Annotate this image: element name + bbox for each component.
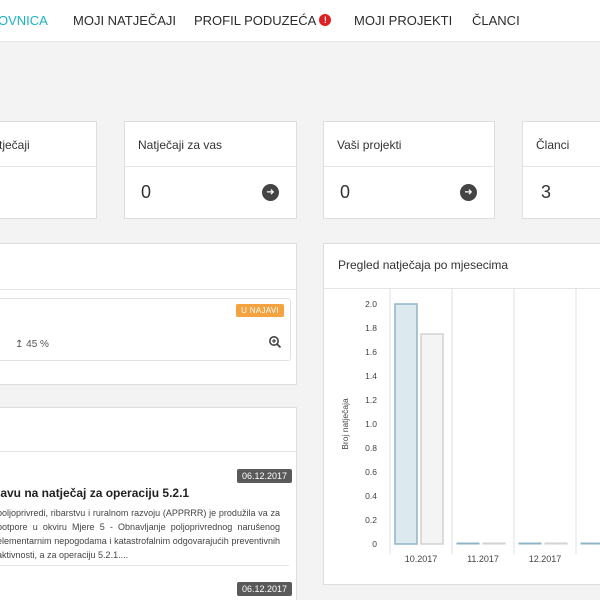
chart-bar[interactable] — [456, 542, 480, 545]
y-axis-label: Broj natječaja — [340, 398, 350, 450]
y-tick-label: 0.4 — [365, 491, 377, 501]
divider — [0, 565, 289, 566]
chart-bar[interactable] — [580, 542, 600, 545]
y-tick-label: 1.2 — [365, 395, 377, 405]
date-badge: 06.12.2017 — [237, 469, 293, 483]
article-excerpt: poljoprivredi, ribarstvu i ruralnom razv… — [0, 508, 280, 560]
y-tick-label: 1.6 — [365, 347, 377, 357]
stat-card-natjecaji: tječaji — [0, 121, 97, 219]
stat-value: 0 — [340, 182, 351, 202]
arrow-right-icon[interactable]: ➜ — [262, 184, 279, 201]
article-title[interactable]: lavu na natječaj za operaciju 5.2.1 — [0, 486, 189, 500]
x-tick-label: 12.2017 — [529, 554, 562, 564]
divider — [0, 451, 296, 452]
alert-icon: ! — [319, 14, 332, 26]
chart-title: Pregled natječaja po mjesecima — [338, 258, 509, 272]
y-tick-label: 2.0 — [365, 299, 377, 309]
clanci-panel: 06.12.2017 lavu na natječaj za operaciju… — [0, 407, 297, 600]
date-badge: 06.12.2017 — [237, 582, 293, 596]
y-tick-label: 0.8 — [365, 443, 377, 453]
nav-item-moji-natjecaji[interactable]: MOJI NATJEČAJI — [73, 13, 176, 28]
stat-card-natjecaji-za-vas: Natječaji za vas 0 ➜ — [124, 121, 297, 219]
nav-item-label: PROFIL PODUZEĆA — [194, 13, 317, 28]
chart-panel: Pregled natječaja po mjesecima 2.0 1.8 1.6… — [323, 243, 600, 585]
divider — [0, 166, 96, 167]
stat-card-vasi-projekti: Vaši projekti 0 ➜ — [323, 121, 495, 219]
y-tick-label: 1.4 — [365, 371, 377, 381]
stat-title: Članci — [536, 138, 570, 152]
stat-card-clanci: Članci 3 — [522, 121, 600, 219]
chart-bar[interactable] — [394, 303, 418, 545]
percent-value: ↥ 45 % — [15, 339, 49, 350]
y-tick-label: 0 — [372, 539, 377, 549]
nav-item-profil-poduzeca[interactable]: PROFIL PODUZEĆA! — [194, 13, 332, 28]
chart-bar[interactable] — [420, 333, 444, 545]
x-tick-label: 10.2017 — [405, 554, 438, 564]
stat-title: tječaji — [0, 138, 30, 152]
y-tick-label: 0.2 — [365, 515, 377, 525]
nav-item-clanci[interactable]: ČLANCI — [472, 13, 520, 28]
stat-title: Vaši projekti — [337, 138, 402, 152]
y-tick-label: 0.6 — [365, 467, 377, 477]
divider — [523, 166, 600, 167]
divider — [125, 166, 296, 167]
chart-bar[interactable] — [544, 542, 568, 545]
chart-bar[interactable] — [482, 542, 506, 545]
status-badge: U NAJAVI — [236, 304, 284, 317]
x-tick-label: 11.2017 — [467, 554, 499, 564]
y-tick-label: 1.0 — [365, 419, 377, 429]
stat-value: 0 — [141, 182, 152, 202]
natjecaj-card[interactable]: U NAJAVI ↥ 45 % — [0, 298, 291, 361]
stat-value: 3 — [541, 182, 552, 202]
bar-chart: 2.0 1.8 1.6 1.4 1.2 1.0 0.8 0.6 0.4 0.2 0 Broj natj… — [340, 288, 600, 564]
stat-title: Natječaji za vas — [138, 138, 223, 152]
divider — [324, 166, 494, 167]
nav-item-pocetna[interactable]: OVNICA — [0, 13, 48, 28]
nav-item-moji-projekti[interactable]: MOJI PROJEKTI — [354, 13, 452, 28]
chart-bar[interactable] — [518, 542, 542, 545]
divider — [0, 289, 296, 290]
zoom-in-icon[interactable] — [268, 335, 282, 349]
y-tick-label: 1.8 — [365, 323, 377, 333]
arrow-right-icon[interactable]: ➜ — [460, 184, 477, 201]
top-navigation: OVNICA MOJI NATJEČAJI PROFIL PODUZEĆA! M… — [0, 0, 600, 42]
